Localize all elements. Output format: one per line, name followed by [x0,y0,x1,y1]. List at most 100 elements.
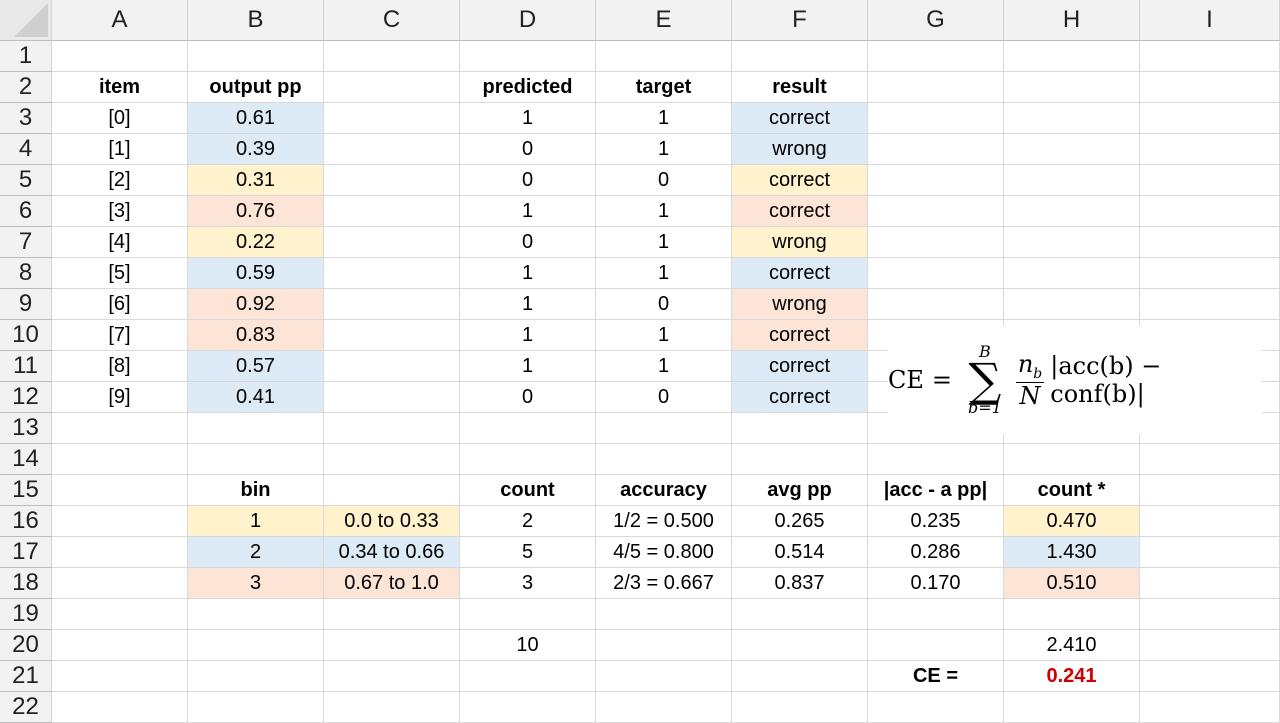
cell-D2[interactable]: predicted [460,72,596,103]
cell-C3[interactable] [324,103,460,134]
cell-B14[interactable] [188,444,324,475]
row-header-10[interactable]: 10 [0,320,52,351]
cell-B15[interactable]: bin [188,475,324,506]
cell-E12[interactable]: 0 [596,382,732,413]
cell-C22[interactable] [324,692,460,723]
cell-G9[interactable] [868,289,1004,320]
cell-F12[interactable]: correct [732,382,868,413]
cell-A22[interactable] [52,692,188,723]
cell-B22[interactable] [188,692,324,723]
cell-B8[interactable]: 0.59 [188,258,324,289]
cell-B13[interactable] [188,413,324,444]
cell-C7[interactable] [324,227,460,258]
cell-E19[interactable] [596,599,732,630]
cell-G20[interactable] [868,630,1004,661]
column-header-F[interactable]: F [732,0,868,41]
cell-E5[interactable]: 0 [596,165,732,196]
cell-B16[interactable]: 1 [188,506,324,537]
cell-G19[interactable] [868,599,1004,630]
cell-A13[interactable] [52,413,188,444]
cell-D15[interactable]: count [460,475,596,506]
cell-A9[interactable]: [6] [52,289,188,320]
cell-C14[interactable] [324,444,460,475]
cell-D5[interactable]: 0 [460,165,596,196]
cell-H14[interactable] [1004,444,1140,475]
cell-A8[interactable]: [5] [52,258,188,289]
cell-F1[interactable] [732,41,868,72]
cell-B4[interactable]: 0.39 [188,134,324,165]
cell-I15[interactable] [1140,475,1280,506]
cell-G21[interactable]: CE = [868,661,1004,692]
cell-D8[interactable]: 1 [460,258,596,289]
cell-C9[interactable] [324,289,460,320]
cell-B3[interactable]: 0.61 [188,103,324,134]
cell-D18[interactable]: 3 [460,568,596,599]
cell-G15[interactable]: |acc - a pp| [868,475,1004,506]
cell-E11[interactable]: 1 [596,351,732,382]
cell-E20[interactable] [596,630,732,661]
cell-A12[interactable]: [9] [52,382,188,413]
cell-B12[interactable]: 0.41 [188,382,324,413]
cell-F9[interactable]: wrong [732,289,868,320]
cell-F2[interactable]: result [732,72,868,103]
cell-B2[interactable]: output pp [188,72,324,103]
cell-A16[interactable] [52,506,188,537]
cell-G6[interactable] [868,196,1004,227]
row-header-9[interactable]: 9 [0,289,52,320]
cell-E14[interactable] [596,444,732,475]
cell-B10[interactable]: 0.83 [188,320,324,351]
cell-A3[interactable]: [0] [52,103,188,134]
cell-B17[interactable]: 2 [188,537,324,568]
row-header-3[interactable]: 3 [0,103,52,134]
cell-D1[interactable] [460,41,596,72]
cell-H15[interactable]: count * [1004,475,1140,506]
cell-I4[interactable] [1140,134,1280,165]
cell-I19[interactable] [1140,599,1280,630]
row-header-22[interactable]: 22 [0,692,52,723]
cell-B11[interactable]: 0.57 [188,351,324,382]
cell-B19[interactable] [188,599,324,630]
cell-F19[interactable] [732,599,868,630]
cell-E13[interactable] [596,413,732,444]
cell-G3[interactable] [868,103,1004,134]
cell-G5[interactable] [868,165,1004,196]
cell-C17[interactable]: 0.34 to 0.66 [324,537,460,568]
row-header-14[interactable]: 14 [0,444,52,475]
cell-B5[interactable]: 0.31 [188,165,324,196]
cell-E18[interactable]: 2/3 = 0.667 [596,568,732,599]
cell-H21[interactable]: 0.241 [1004,661,1140,692]
cell-H17[interactable]: 1.430 [1004,537,1140,568]
column-header-H[interactable]: H [1004,0,1140,41]
row-header-13[interactable]: 13 [0,413,52,444]
cell-C12[interactable] [324,382,460,413]
row-header-19[interactable]: 19 [0,599,52,630]
cell-I8[interactable] [1140,258,1280,289]
cell-D11[interactable]: 1 [460,351,596,382]
cell-E22[interactable] [596,692,732,723]
row-header-20[interactable]: 20 [0,630,52,661]
cell-D22[interactable] [460,692,596,723]
cell-A11[interactable]: [8] [52,351,188,382]
column-header-I[interactable]: I [1140,0,1280,41]
cell-I2[interactable] [1140,72,1280,103]
row-header-5[interactable]: 5 [0,165,52,196]
cell-H20[interactable]: 2.410 [1004,630,1140,661]
row-header-17[interactable]: 17 [0,537,52,568]
cell-B18[interactable]: 3 [188,568,324,599]
cell-F16[interactable]: 0.265 [732,506,868,537]
cell-G2[interactable] [868,72,1004,103]
cell-C18[interactable]: 0.67 to 1.0 [324,568,460,599]
cell-G22[interactable] [868,692,1004,723]
cell-F5[interactable]: correct [732,165,868,196]
cell-C15[interactable] [324,475,460,506]
cell-H5[interactable] [1004,165,1140,196]
cell-E8[interactable]: 1 [596,258,732,289]
cell-H19[interactable] [1004,599,1140,630]
cell-F4[interactable]: wrong [732,134,868,165]
cell-I21[interactable] [1140,661,1280,692]
cell-G16[interactable]: 0.235 [868,506,1004,537]
cell-C21[interactable] [324,661,460,692]
cell-A18[interactable] [52,568,188,599]
cell-H7[interactable] [1004,227,1140,258]
cell-C4[interactable] [324,134,460,165]
